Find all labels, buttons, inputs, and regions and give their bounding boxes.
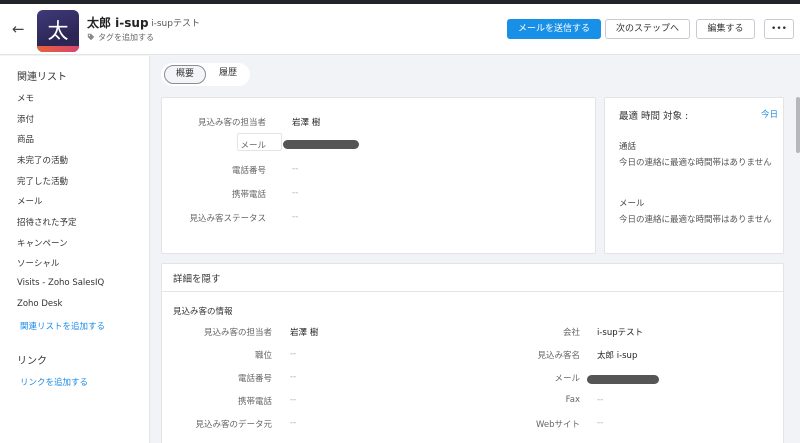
detail-email-label: メール xyxy=(554,374,580,384)
sidebar: 関連リスト メモ 添付 商品 未完了の活動 完了した活動 メール 招待された予定… xyxy=(0,56,150,443)
add-related-list-link[interactable]: 関連リストを追加する xyxy=(20,320,105,332)
status-value: -- xyxy=(292,212,299,222)
details-card: 詳細を隠す 見込み客の情報 見込み客の担当者 岩澤 樹 職位 -- 電話番号 -… xyxy=(161,263,784,443)
detail-website-label: Webサイト xyxy=(535,420,580,430)
detail-mobile-value: -- xyxy=(290,395,297,405)
mobile-value: -- xyxy=(292,188,299,198)
detail-fax-value: -- xyxy=(597,395,604,405)
phone-value: -- xyxy=(292,164,299,174)
avatar-initial: 太 xyxy=(47,19,69,43)
detail-phone-label: 電話番号 xyxy=(237,374,272,384)
sidebar-item-salesiq-visits[interactable]: Visits - Zoho SalesIQ xyxy=(17,278,104,288)
back-arrow-icon[interactable]: ← xyxy=(12,20,25,38)
avatar-accent xyxy=(37,46,79,52)
sidebar-item-closed-activities[interactable]: 完了した活動 xyxy=(17,175,68,187)
tab-timeline[interactable]: 履歴 xyxy=(209,65,247,84)
sidebar-item-social[interactable]: ソーシャル xyxy=(17,257,59,269)
detail-website-value: -- xyxy=(597,418,604,428)
send-email-button[interactable]: メールを送信する xyxy=(507,19,601,39)
best-time-card: 最適 時間 対象 : 今日 通話 今日の連絡に最適な時間帯はありません メール … xyxy=(604,97,784,254)
sidebar-item-open-activities[interactable]: 未完了の活動 xyxy=(17,154,68,166)
tab-overview[interactable]: 概要 xyxy=(164,65,206,84)
status-label: 見込み客ステータス xyxy=(189,214,266,224)
call-text: 今日の連絡に最適な時間帯はありません xyxy=(619,158,772,168)
view-tabs: 概要 履歴 xyxy=(161,63,250,86)
edit-button[interactable]: 編集する xyxy=(696,19,755,39)
detail-phone-value: -- xyxy=(290,372,297,382)
detail-source-value: -- xyxy=(290,418,297,428)
lead-name: 太郎 i-sup xyxy=(87,16,149,30)
links-title: リンク xyxy=(17,356,47,367)
next-step-button[interactable]: 次のステップへ xyxy=(605,19,690,39)
more-button[interactable]: ••• xyxy=(764,19,794,39)
email-best-text: 今日の連絡に最適な時間帯はありません xyxy=(619,215,772,225)
email-best-label: メール xyxy=(619,199,645,209)
hide-details-toggle[interactable]: 詳細を隠す xyxy=(173,271,221,285)
detail-title-label: 職位 xyxy=(254,351,272,361)
detail-owner-value: 岩澤 樹 xyxy=(290,328,319,338)
sidebar-item-invited-events[interactable]: 招待された予定 xyxy=(17,216,77,228)
summary-card: 見込み客の担当者 岩澤 樹 メール 電話番号 -- 携帯電話 -- 見込み客ステ… xyxy=(161,97,596,254)
add-link-link[interactable]: リンクを追加する xyxy=(20,376,88,388)
lead-company: - i-supテスト xyxy=(145,19,200,29)
sidebar-item-campaigns[interactable]: キャンペーン xyxy=(17,237,68,249)
page-scrollbar[interactable] xyxy=(796,97,800,153)
sidebar-item-products[interactable]: 商品 xyxy=(17,133,34,145)
mobile-label: 携帯電話 xyxy=(231,190,266,200)
detail-email-redacted-value[interactable] xyxy=(587,375,659,384)
record-header: ← 太 太郎 i-sup - i-supテスト タグを追加する メールを送信する… xyxy=(0,4,800,55)
call-label: 通話 xyxy=(619,142,637,152)
best-time-title: 最適 時間 対象 : xyxy=(619,111,689,122)
avatar: 太 xyxy=(37,10,79,52)
detail-source-label: 見込み客のデータ元 xyxy=(195,420,272,430)
add-tag-link[interactable]: タグを追加する xyxy=(87,32,154,43)
owner-value: 岩澤 樹 xyxy=(292,118,321,128)
add-tag-label: タグを追加する xyxy=(98,33,154,42)
detail-mobile-label: 携帯電話 xyxy=(237,397,272,407)
detail-lead-name-label: 見込み客名 xyxy=(537,351,580,361)
phone-label: 電話番号 xyxy=(231,166,266,176)
lead-info-section-title: 見込み客の情報 xyxy=(173,307,233,317)
detail-company-label: 会社 xyxy=(562,328,580,338)
best-time-today-link[interactable]: 今日 xyxy=(761,108,778,120)
email-label: メール xyxy=(240,141,266,151)
sidebar-item-attachments[interactable]: 添付 xyxy=(17,113,34,125)
detail-company-value: i-supテスト xyxy=(597,328,644,338)
related-list-title: 関連リスト xyxy=(17,72,67,83)
owner-label: 見込み客の担当者 xyxy=(197,118,266,128)
details-divider xyxy=(162,291,783,292)
sidebar-item-memo[interactable]: メモ xyxy=(17,92,34,104)
sidebar-item-emails[interactable]: メール xyxy=(17,195,43,207)
detail-lead-name-value: 太郎 i-sup xyxy=(597,351,638,361)
detail-title-value: -- xyxy=(290,349,297,359)
sidebar-item-zoho-desk[interactable]: Zoho Desk xyxy=(17,299,62,309)
email-redacted-value[interactable] xyxy=(283,140,359,149)
detail-fax-label: Fax xyxy=(565,395,580,405)
tag-icon xyxy=(87,33,95,41)
detail-owner-label: 見込み客の担当者 xyxy=(203,328,272,338)
